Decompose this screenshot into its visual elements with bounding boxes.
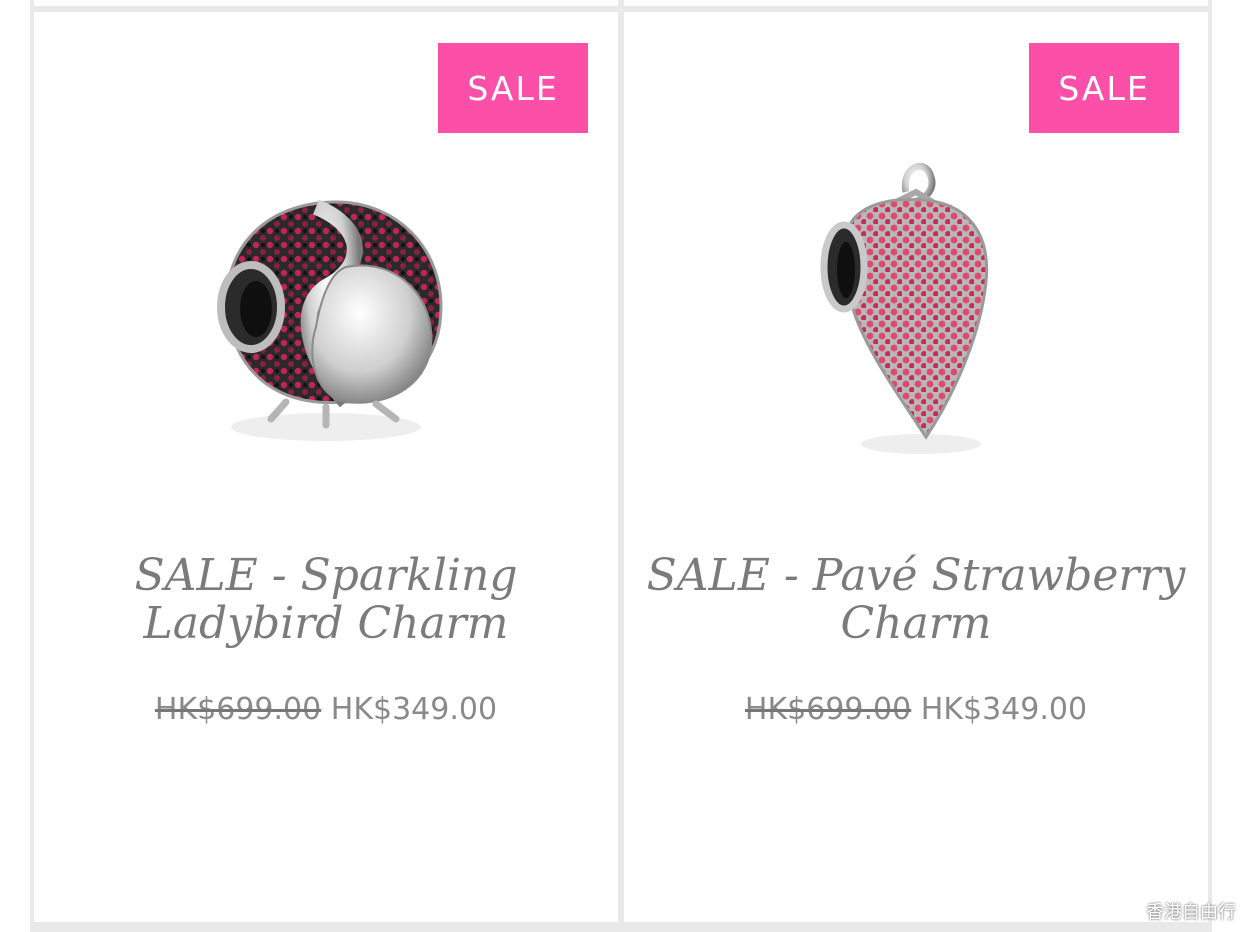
product-card[interactable]: SALE [624,12,1208,922]
strawberry-charm-image[interactable] [624,142,1208,472]
watermark-text: 香港自由行 [1146,902,1236,923]
original-price: HK$699.00 [744,692,912,727]
grid-right-border [1208,0,1212,932]
price-row: HK$699.00 HK$349.00 [34,692,618,727]
price-row: HK$699.00 HK$349.00 [624,692,1208,727]
sale-badge: SALE [1029,43,1179,133]
ladybird-charm-image[interactable] [34,142,618,472]
product-grid-page: SALE SALE - Sparkling Ladybird Charm HK$… [0,0,1242,932]
sale-price: HK$349.00 [330,692,498,727]
sale-badge: SALE [438,43,588,133]
product-title[interactable]: SALE - Sparkling Ladybird Charm [34,552,618,648]
watermark: 香港自由行 [1114,898,1236,924]
ladybird-charm-icon [217,199,443,441]
product-card[interactable]: SALE [34,12,618,922]
strawberry-charm-icon [820,162,989,454]
wechat-icon [1114,900,1141,922]
product-title[interactable]: SALE - Pavé Strawberry Charm [624,552,1208,648]
original-price: HK$699.00 [154,692,322,727]
sale-price: HK$349.00 [920,692,1088,727]
